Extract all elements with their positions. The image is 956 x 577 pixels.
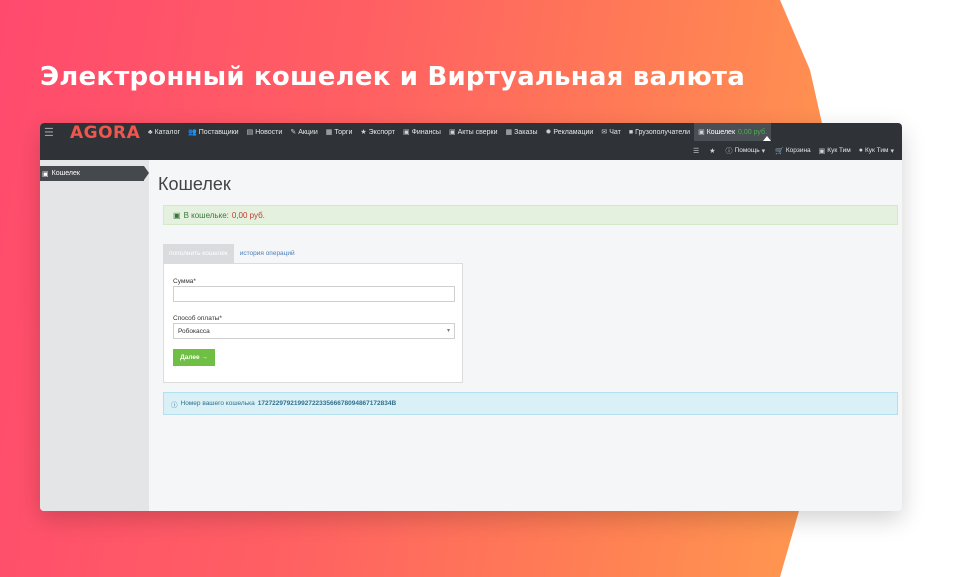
- next-button[interactable]: Далее →: [173, 349, 215, 366]
- sidebar: ▣ Кошелек: [40, 160, 149, 511]
- company-button[interactable]: ▣ Кук Тим: [815, 143, 855, 158]
- balance-alert: ▣ В кошельке: 0,00 руб.: [163, 205, 898, 225]
- star-icon: ★: [360, 129, 367, 136]
- user-menu: ☰ ★ ⓘ Помощь ▾ 🛒 Корзина ▣ Кук Тим ● Кук…: [689, 143, 900, 158]
- nav-item-label: Чат: [609, 128, 621, 136]
- money-icon: ▣: [173, 210, 181, 220]
- chevron-down-icon: ▾: [446, 328, 450, 334]
- active-caret: [763, 136, 771, 141]
- nav-item-label: Каталог: [154, 128, 181, 136]
- nav-item-wallet[interactable]: ▣ Кошелек 0,00 руб.: [694, 123, 771, 141]
- list-icon: ☰: [692, 147, 700, 155]
- user-dropdown[interactable]: ● Кук Тим ▾: [855, 143, 900, 158]
- list-icon: ▦: [505, 129, 513, 136]
- nav-item-label: Поставщики: [198, 128, 239, 136]
- gear-icon: ✹: [545, 129, 552, 136]
- nav-item-9[interactable]: ✹ Рекламации: [542, 123, 598, 141]
- company-label: Кук Тим: [827, 147, 851, 154]
- users-icon: 👥: [188, 129, 197, 136]
- favorites-button[interactable]: ★: [705, 143, 721, 158]
- wallet-tabs: пополнить кошелек история операций: [163, 244, 301, 263]
- nav-item-7[interactable]: ▣ Акты сверки: [445, 123, 502, 141]
- help-dropdown[interactable]: ⓘ Помощь ▾: [722, 143, 772, 158]
- top-navbar: ☰ AGORA ♣ Каталог 👥 Поставщики ▤ Новости ✎ Акци…: [40, 123, 902, 160]
- nav-item-label: Заказы: [514, 128, 538, 136]
- nav-item-3[interactable]: ✎ Акции: [286, 123, 321, 141]
- truck-icon: ■: [628, 128, 634, 136]
- info-icon: ⓘ: [725, 147, 733, 155]
- amount-label: Сумма*: [173, 278, 196, 285]
- payment-method-label: Способ оплаты*: [173, 315, 222, 322]
- wallet-number-label: Номер вашего кошелька: [180, 400, 255, 407]
- payment-method-value: Робокасса: [178, 327, 210, 335]
- nav-item-1[interactable]: 👥 Поставщики: [184, 123, 243, 141]
- list-icon: ▦: [325, 129, 333, 136]
- wallet-number: 1727229792199272233566678094867172834В: [257, 400, 397, 407]
- nav-item-10[interactable]: ✉ Чат: [597, 123, 625, 141]
- tag-icon: ✎: [290, 129, 297, 136]
- main-content: Кошелек ▣ В кошельке: 0,00 руб. пополнит…: [149, 160, 902, 511]
- list-view-button[interactable]: ☰: [689, 143, 705, 158]
- balance-value: 0,00 руб.: [231, 210, 265, 220]
- chevron-down-icon: ▾: [761, 147, 766, 155]
- nav-item-label: Финансы: [411, 128, 441, 136]
- user-icon: ●: [858, 147, 863, 154]
- nav-item-label: Кошелек: [706, 128, 736, 136]
- cart-button[interactable]: 🛒 Корзина: [771, 143, 814, 158]
- nav-balance: 0,00 руб.: [738, 128, 767, 136]
- wallet-number-alert: ⓘ Номер вашего кошелька 1727229792199272…: [163, 392, 898, 415]
- nav-item-8[interactable]: ▦ Заказы: [502, 123, 542, 141]
- nav-item-0[interactable]: ♣ Каталог: [144, 123, 184, 141]
- nav-item-label: Грузополучатели: [635, 128, 691, 136]
- page-title: Кошелек: [158, 174, 231, 194]
- company-icon: ▣: [818, 147, 826, 155]
- logo[interactable]: AGORA: [70, 123, 140, 143]
- tab-history[interactable]: история операций: [234, 244, 301, 263]
- star-icon: ★: [709, 147, 716, 155]
- nav-item-11[interactable]: ■ Грузополучатели: [625, 123, 694, 141]
- wallet-icon: ▣: [42, 170, 49, 178]
- money-icon: ▣: [402, 129, 410, 136]
- info-icon: ⓘ: [171, 401, 178, 409]
- nav-item-label: Торги: [334, 128, 353, 136]
- wallet-icon: ▣: [698, 129, 705, 136]
- file-icon: ▤: [246, 129, 254, 136]
- nav-item-label: Новости: [255, 128, 283, 136]
- main-menu: ♣ Каталог 👥 Поставщики ▤ Новости ✎ Акции ▦ Торги ★…: [144, 123, 771, 141]
- nav-item-label: Акции: [298, 128, 318, 136]
- cart-icon: 🛒: [775, 147, 784, 155]
- cart-label: Корзина: [785, 147, 811, 154]
- chat-icon: ✉: [601, 129, 608, 136]
- menu-toggle-icon[interactable]: ☰: [44, 126, 54, 139]
- nav-item-label: Акты сверки: [457, 128, 498, 136]
- payment-method-select[interactable]: Робокасса ▾: [173, 323, 455, 339]
- sidebar-item-wallet[interactable]: ▣ Кошелек: [40, 166, 144, 181]
- help-label: Помощь: [734, 147, 760, 154]
- user-label: Кук Тим: [865, 147, 889, 154]
- nav-item-6[interactable]: ▣ Финансы: [399, 123, 445, 141]
- nav-item-5[interactable]: ★ Экспорт: [356, 123, 399, 141]
- sitemap-icon: ♣: [148, 128, 153, 136]
- chevron-down-icon: ▾: [890, 147, 894, 155]
- app-window: ☰ AGORA ♣ Каталог 👥 Поставщики ▤ Новости ✎ Акци…: [40, 123, 902, 511]
- money-icon: ▣: [448, 129, 456, 136]
- nav-item-label: Рекламации: [553, 128, 594, 136]
- tab-topup[interactable]: пополнить кошелек: [163, 244, 234, 263]
- nav-item-4[interactable]: ▦ Торги: [322, 123, 357, 141]
- nav-item-label: Экспорт: [368, 128, 395, 136]
- topup-form: Сумма* Способ оплаты* Робокасса ▾ Далее …: [163, 263, 463, 383]
- sidebar-item-label: Кошелек: [51, 170, 80, 177]
- headline: Электронный кошелек и Виртуальная валюта: [40, 62, 745, 92]
- balance-label: В кошельке:: [183, 210, 229, 220]
- nav-item-2[interactable]: ▤ Новости: [243, 123, 287, 141]
- amount-input[interactable]: [173, 286, 455, 302]
